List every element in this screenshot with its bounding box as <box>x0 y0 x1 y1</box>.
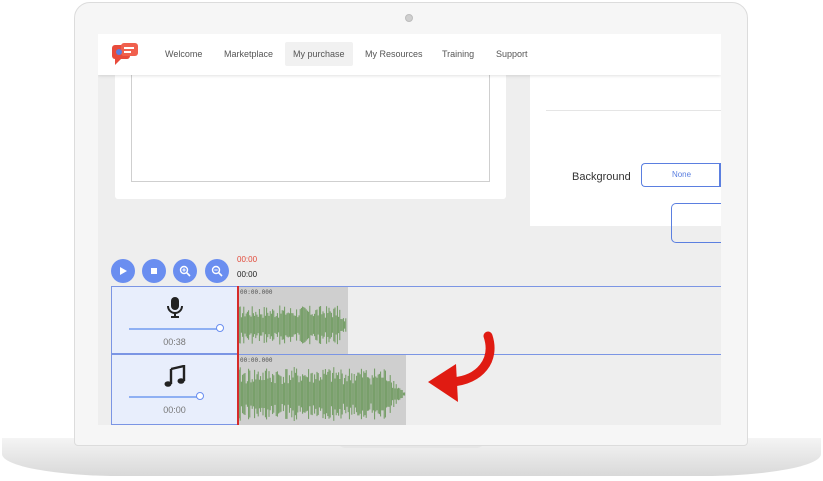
zoom-out-icon <box>211 265 223 277</box>
preview-canvas[interactable] <box>131 75 490 182</box>
background-label: Background <box>572 171 631 183</box>
app-screen: Welcome Marketplace My purchase My Resou… <box>98 34 721 425</box>
track-duration: 00:38 <box>163 337 186 347</box>
logo-icon <box>112 43 138 65</box>
background-none-button[interactable]: None <box>641 163 721 187</box>
preview-card <box>115 75 506 199</box>
music-note-icon <box>164 365 186 387</box>
stop-icon <box>151 268 157 274</box>
waveform-music <box>238 367 406 421</box>
volume-slider-track[interactable] <box>129 396 199 398</box>
audio-clip-music[interactable]: 00:00.000 <box>238 355 406 425</box>
audio-clip-voice[interactable]: 00:00.000 <box>238 287 348 355</box>
webcam-icon <box>405 14 413 22</box>
clip-timestamp: 00:00.000 <box>240 357 273 364</box>
nav-my-purchase[interactable]: My purchase <box>285 42 353 66</box>
total-time: 00:00 <box>237 270 258 279</box>
button-divider <box>719 163 721 187</box>
playhead[interactable] <box>237 286 239 425</box>
zoom-in-icon <box>179 265 191 277</box>
volume-slider-handle[interactable] <box>196 392 204 400</box>
track-duration: 00:00 <box>163 405 186 415</box>
pointer-arrow-icon <box>428 331 495 402</box>
zoom-in-button[interactable] <box>173 259 197 283</box>
clip-timestamp: 00:00.000 <box>240 289 273 296</box>
divider <box>546 110 721 111</box>
current-time: 00:00 <box>237 255 258 264</box>
nav-training[interactable]: Training <box>434 42 482 66</box>
volume-slider-handle[interactable] <box>216 324 224 332</box>
top-navbar: Welcome Marketplace My purchase My Resou… <box>98 34 721 75</box>
settings-panel: Background None <box>530 75 721 243</box>
track-header-voice: 00:38 <box>111 286 238 354</box>
waveform-voice <box>238 305 347 345</box>
zoom-out-button[interactable] <box>205 259 229 283</box>
nav-support[interactable]: Support <box>488 42 536 66</box>
stop-button[interactable] <box>142 259 166 283</box>
nav-my-resources[interactable]: My Resources <box>357 42 431 66</box>
background-preview-button[interactable] <box>671 203 721 243</box>
play-button[interactable] <box>111 259 135 283</box>
microphone-icon <box>167 297 183 318</box>
nav-welcome[interactable]: Welcome <box>157 42 210 66</box>
timeline-tracks: 00:38 00:00.000 00:00 00:00.000 <box>111 286 721 425</box>
nav-marketplace[interactable]: Marketplace <box>216 42 281 66</box>
track-header-music: 00:00 <box>111 354 238 425</box>
play-icon <box>120 267 127 275</box>
volume-slider-track[interactable] <box>129 328 219 330</box>
